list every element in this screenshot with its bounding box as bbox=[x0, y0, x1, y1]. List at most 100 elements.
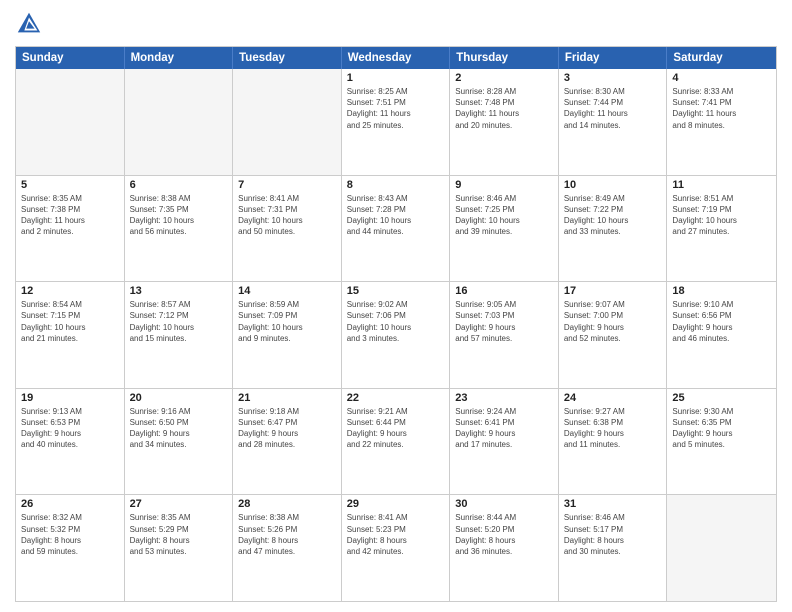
calendar-cell: 27Sunrise: 8:35 AM Sunset: 5:29 PM Dayli… bbox=[125, 495, 234, 601]
cell-day-number: 22 bbox=[347, 392, 445, 404]
calendar-row-3: 19Sunrise: 9:13 AM Sunset: 6:53 PM Dayli… bbox=[16, 389, 776, 496]
calendar-cell: 28 Sunrise: 8:38 AM Sunset: 5:26 PM Dayli… bbox=[233, 495, 342, 601]
header bbox=[15, 10, 777, 38]
cell-day-number: 23 bbox=[455, 392, 553, 404]
cell-day-number: 18 bbox=[672, 285, 771, 297]
calendar-body: 1 Sunrise: 8:25 AM Sunset: 7:51 PM Daylig… bbox=[16, 69, 776, 601]
calendar-cell: 14 Sunrise: 8:59 AM Sunset: 7:09 PM Dayli… bbox=[233, 282, 342, 388]
cell-day-number: 29 bbox=[347, 498, 445, 510]
page: SundayMondayTuesdayWednesdayThursdayFrid… bbox=[0, 0, 792, 612]
calendar-cell: 16 Sunrise: 9:05 AM Sunset: 7:03 PM Dayli… bbox=[450, 282, 559, 388]
cell-day-number: 4 bbox=[672, 72, 771, 84]
cell-day-number: 11 bbox=[672, 179, 771, 191]
calendar-cell: 3 Sunrise: 8:30 AM Sunset: 7:44 PM Daylig… bbox=[559, 69, 668, 175]
cell-info-text: Sunrise: 8:35 AM Sunset: 5:29 PM Dayligh… bbox=[130, 512, 228, 557]
calendar-cell: 29 Sunrise: 8:41 AM Sunset: 5:23 PM Dayli… bbox=[342, 495, 451, 601]
cell-day-number: 31 bbox=[564, 498, 662, 510]
header-day-wednesday: Wednesday bbox=[342, 47, 451, 69]
cell-info-text: Sunrise: 9:21 AM Sunset: 6:44 PM Dayligh… bbox=[347, 406, 445, 451]
cell-day-number: 9 bbox=[455, 179, 553, 191]
header-day-saturday: Saturday bbox=[667, 47, 776, 69]
cell-info-text: Sunrise: 9:16 AM Sunset: 6:50 PM Dayligh… bbox=[130, 406, 228, 451]
calendar-cell: 25Sunrise: 9:30 AM Sunset: 6:35 PM Dayli… bbox=[667, 389, 776, 495]
cell-info-text: Sunrise: 8:38 AM Sunset: 7:35 PM Dayligh… bbox=[130, 193, 228, 238]
cell-day-number: 13 bbox=[130, 285, 228, 297]
calendar-cell: 19Sunrise: 9:13 AM Sunset: 6:53 PM Dayli… bbox=[16, 389, 125, 495]
cell-day-number: 8 bbox=[347, 179, 445, 191]
cell-info-text: Sunrise: 8:30 AM Sunset: 7:44 PM Dayligh… bbox=[564, 86, 662, 131]
calendar-cell: 9 Sunrise: 8:46 AM Sunset: 7:25 PM Daylig… bbox=[450, 176, 559, 282]
cell-info-text: Sunrise: 9:05 AM Sunset: 7:03 PM Dayligh… bbox=[455, 299, 553, 344]
cell-info-text: Sunrise: 9:18 AM Sunset: 6:47 PM Dayligh… bbox=[238, 406, 336, 451]
cell-info-text: Sunrise: 9:07 AM Sunset: 7:00 PM Dayligh… bbox=[564, 299, 662, 344]
header-day-tuesday: Tuesday bbox=[233, 47, 342, 69]
cell-info-text: Sunrise: 8:25 AM Sunset: 7:51 PM Dayligh… bbox=[347, 86, 445, 131]
cell-day-number: 24 bbox=[564, 392, 662, 404]
calendar-cell: 23Sunrise: 9:24 AM Sunset: 6:41 PM Dayli… bbox=[450, 389, 559, 495]
header-day-sunday: Sunday bbox=[16, 47, 125, 69]
cell-info-text: Sunrise: 9:10 AM Sunset: 6:56 PM Dayligh… bbox=[672, 299, 771, 344]
cell-info-text: Sunrise: 8:44 AM Sunset: 5:20 PM Dayligh… bbox=[455, 512, 553, 557]
cell-info-text: Sunrise: 8:57 AM Sunset: 7:12 PM Dayligh… bbox=[130, 299, 228, 344]
cell-info-text: Sunrise: 8:32 AM Sunset: 5:32 PM Dayligh… bbox=[21, 512, 119, 557]
calendar-cell: 2Sunrise: 8:28 AM Sunset: 7:48 PM Daylig… bbox=[450, 69, 559, 175]
calendar-cell: 24 Sunrise: 9:27 AM Sunset: 6:38 PM Dayli… bbox=[559, 389, 668, 495]
calendar-row-4: 26 Sunrise: 8:32 AM Sunset: 5:32 PM Dayli… bbox=[16, 495, 776, 601]
calendar-cell bbox=[667, 495, 776, 601]
calendar-cell bbox=[233, 69, 342, 175]
calendar-cell: 15 Sunrise: 9:02 AM Sunset: 7:06 PM Dayli… bbox=[342, 282, 451, 388]
cell-info-text: Sunrise: 9:02 AM Sunset: 7:06 PM Dayligh… bbox=[347, 299, 445, 344]
cell-info-text: Sunrise: 8:59 AM Sunset: 7:09 PM Dayligh… bbox=[238, 299, 336, 344]
cell-info-text: Sunrise: 8:28 AM Sunset: 7:48 PM Dayligh… bbox=[455, 86, 553, 131]
cell-day-number: 16 bbox=[455, 285, 553, 297]
calendar-cell: 20 Sunrise: 9:16 AM Sunset: 6:50 PM Dayli… bbox=[125, 389, 234, 495]
header-day-thursday: Thursday bbox=[450, 47, 559, 69]
calendar-cell: 22 Sunrise: 9:21 AM Sunset: 6:44 PM Dayli… bbox=[342, 389, 451, 495]
cell-info-text: Sunrise: 8:46 AM Sunset: 7:25 PM Dayligh… bbox=[455, 193, 553, 238]
cell-day-number: 14 bbox=[238, 285, 336, 297]
cell-day-number: 1 bbox=[347, 72, 445, 84]
calendar-cell bbox=[16, 69, 125, 175]
calendar-cell: 6Sunrise: 8:38 AM Sunset: 7:35 PM Daylig… bbox=[125, 176, 234, 282]
cell-info-text: Sunrise: 9:30 AM Sunset: 6:35 PM Dayligh… bbox=[672, 406, 771, 451]
calendar-cell: 8 Sunrise: 8:43 AM Sunset: 7:28 PM Daylig… bbox=[342, 176, 451, 282]
cell-day-number: 26 bbox=[21, 498, 119, 510]
header-day-friday: Friday bbox=[559, 47, 668, 69]
calendar-cell: 12Sunrise: 8:54 AM Sunset: 7:15 PM Dayli… bbox=[16, 282, 125, 388]
cell-day-number: 3 bbox=[564, 72, 662, 84]
cell-info-text: Sunrise: 8:35 AM Sunset: 7:38 PM Dayligh… bbox=[21, 193, 119, 238]
cell-day-number: 7 bbox=[238, 179, 336, 191]
calendar-cell: 10Sunrise: 8:49 AM Sunset: 7:22 PM Dayli… bbox=[559, 176, 668, 282]
header-day-monday: Monday bbox=[125, 47, 234, 69]
calendar-cell: 21 Sunrise: 9:18 AM Sunset: 6:47 PM Dayli… bbox=[233, 389, 342, 495]
logo-icon bbox=[15, 10, 43, 38]
calendar-row-1: 5 Sunrise: 8:35 AM Sunset: 7:38 PM Daylig… bbox=[16, 176, 776, 283]
calendar-row-2: 12Sunrise: 8:54 AM Sunset: 7:15 PM Dayli… bbox=[16, 282, 776, 389]
cell-info-text: Sunrise: 9:27 AM Sunset: 6:38 PM Dayligh… bbox=[564, 406, 662, 451]
cell-day-number: 28 bbox=[238, 498, 336, 510]
cell-day-number: 5 bbox=[21, 179, 119, 191]
cell-info-text: Sunrise: 8:38 AM Sunset: 5:26 PM Dayligh… bbox=[238, 512, 336, 557]
logo bbox=[15, 10, 47, 38]
calendar-cell: 26 Sunrise: 8:32 AM Sunset: 5:32 PM Dayli… bbox=[16, 495, 125, 601]
calendar-row-0: 1 Sunrise: 8:25 AM Sunset: 7:51 PM Daylig… bbox=[16, 69, 776, 176]
cell-info-text: Sunrise: 8:41 AM Sunset: 7:31 PM Dayligh… bbox=[238, 193, 336, 238]
cell-info-text: Sunrise: 8:41 AM Sunset: 5:23 PM Dayligh… bbox=[347, 512, 445, 557]
calendar-cell: 1 Sunrise: 8:25 AM Sunset: 7:51 PM Daylig… bbox=[342, 69, 451, 175]
cell-day-number: 21 bbox=[238, 392, 336, 404]
cell-info-text: Sunrise: 8:33 AM Sunset: 7:41 PM Dayligh… bbox=[672, 86, 771, 131]
calendar-cell: 11Sunrise: 8:51 AM Sunset: 7:19 PM Dayli… bbox=[667, 176, 776, 282]
calendar-cell: 17 Sunrise: 9:07 AM Sunset: 7:00 PM Dayli… bbox=[559, 282, 668, 388]
calendar-cell: 7 Sunrise: 8:41 AM Sunset: 7:31 PM Daylig… bbox=[233, 176, 342, 282]
cell-info-text: Sunrise: 8:43 AM Sunset: 7:28 PM Dayligh… bbox=[347, 193, 445, 238]
calendar: SundayMondayTuesdayWednesdayThursdayFrid… bbox=[15, 46, 777, 602]
calendar-cell: 13 Sunrise: 8:57 AM Sunset: 7:12 PM Dayli… bbox=[125, 282, 234, 388]
cell-day-number: 20 bbox=[130, 392, 228, 404]
calendar-header: SundayMondayTuesdayWednesdayThursdayFrid… bbox=[16, 47, 776, 69]
cell-day-number: 10 bbox=[564, 179, 662, 191]
cell-day-number: 17 bbox=[564, 285, 662, 297]
cell-info-text: Sunrise: 9:13 AM Sunset: 6:53 PM Dayligh… bbox=[21, 406, 119, 451]
calendar-cell bbox=[125, 69, 234, 175]
calendar-cell: 4 Sunrise: 8:33 AM Sunset: 7:41 PM Daylig… bbox=[667, 69, 776, 175]
cell-day-number: 15 bbox=[347, 285, 445, 297]
